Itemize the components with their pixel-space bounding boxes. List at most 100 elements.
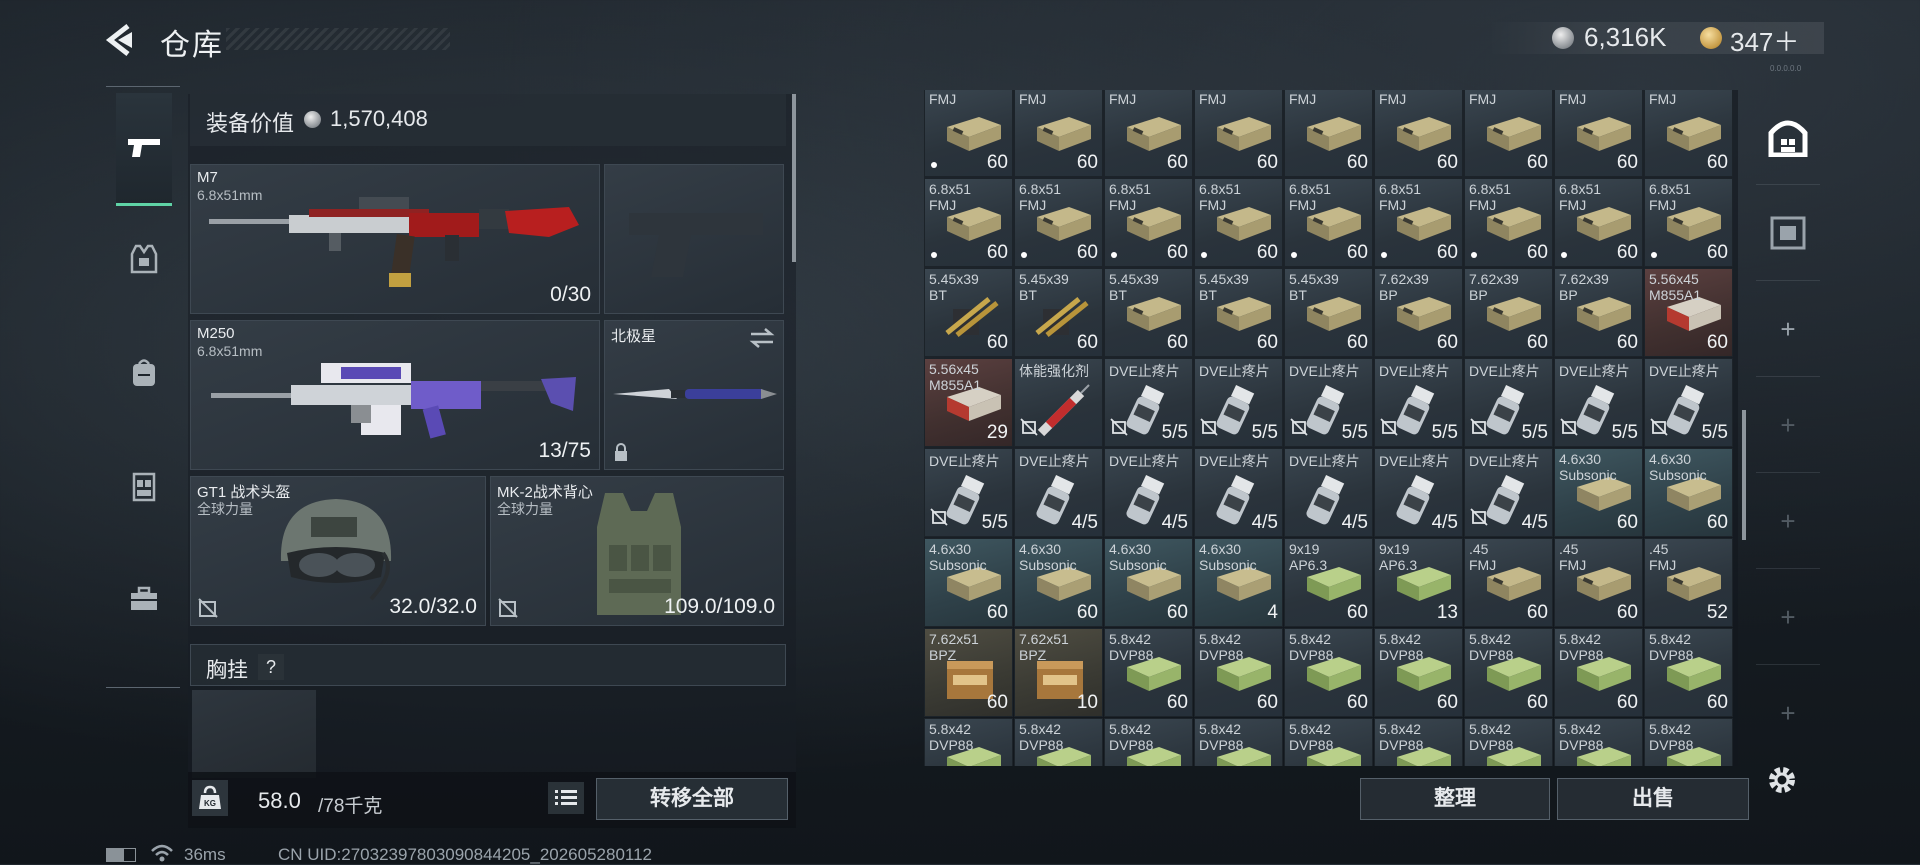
- gold-amount[interactable]: 347＋: [1730, 22, 1799, 59]
- sort-button[interactable]: 整理: [1360, 778, 1550, 820]
- tab-backpack[interactable]: [116, 323, 172, 423]
- inventory-item[interactable]: 4.6x30 Subsonic 60: [1644, 448, 1733, 537]
- tab-add-4[interactable]: +: [1756, 570, 1820, 665]
- inventory-item[interactable]: 5.8x42 DVP88 60: [1194, 628, 1283, 717]
- inventory-scrollbar[interactable]: [1742, 410, 1746, 540]
- inventory-item[interactable]: 5.56x45 M855A1 29: [924, 358, 1013, 447]
- inventory-item[interactable]: 5.8x42 DVP88: [924, 718, 1013, 766]
- tab-main-stash[interactable]: [1756, 90, 1820, 185]
- inventory-item[interactable]: 5.45x39 BT 60: [1014, 268, 1103, 357]
- inventory-item[interactable]: FMJ 60: [1194, 90, 1283, 177]
- inventory-item[interactable]: .45 FMJ 60: [1464, 538, 1553, 627]
- inventory-item[interactable]: 6.8x51 FMJ 60: [1104, 178, 1193, 267]
- inventory-item[interactable]: 6.8x51 FMJ 60: [924, 178, 1013, 267]
- helmet-slot[interactable]: GT1 战术头盔 全球力量 32.0/32.0: [190, 476, 486, 626]
- tab-weapons[interactable]: [116, 93, 172, 206]
- inventory-item[interactable]: 5.45x39 BT 60: [1194, 268, 1283, 357]
- inventory-item[interactable]: 5.8x42 DVP88: [1554, 718, 1643, 766]
- inventory-item[interactable]: DVE止疼片 4/5: [1194, 448, 1283, 537]
- inventory-item[interactable]: 6.8x51 FMJ 60: [1014, 178, 1103, 267]
- tab-collection[interactable]: [1756, 186, 1820, 281]
- inventory-item[interactable]: 5.8x42 DVP88 60: [1644, 628, 1733, 717]
- tab-add-3[interactable]: +: [1756, 474, 1820, 569]
- melee-slot[interactable]: 北极星: [604, 320, 784, 470]
- inventory-item[interactable]: 5.8x42 DVP88: [1284, 718, 1373, 766]
- inventory-item[interactable]: 5.8x42 DVP88 60: [1284, 628, 1373, 717]
- inventory-item[interactable]: 5.8x42 DVP88 60: [1104, 628, 1193, 717]
- inventory-item[interactable]: 5.8x42 DVP88 60: [1554, 628, 1643, 717]
- swap-icon[interactable]: [749, 327, 775, 349]
- inventory-item[interactable]: 4.6x30 Subsonic 60: [924, 538, 1013, 627]
- inventory-item[interactable]: 5.8x42 DVP88 60: [1374, 628, 1463, 717]
- inventory-item[interactable]: FMJ 60: [924, 90, 1013, 177]
- inventory-item[interactable]: 5.8x42 DVP88: [1374, 718, 1463, 766]
- tab-add-1[interactable]: +: [1756, 282, 1820, 377]
- inventory-item[interactable]: 5.8x42 DVP88: [1644, 718, 1733, 766]
- inventory-item[interactable]: 4.6x30 Subsonic 4: [1194, 538, 1283, 627]
- inventory-item[interactable]: DVE止疼片 5/5: [1464, 358, 1553, 447]
- inventory-item[interactable]: 5.45x39 BT 60: [924, 268, 1013, 357]
- inventory-item[interactable]: 5.8x42 DVP88: [1014, 718, 1103, 766]
- inventory-item[interactable]: FMJ 60: [1554, 90, 1643, 177]
- inventory-item[interactable]: FMJ 60: [1104, 90, 1193, 177]
- sell-button[interactable]: 出售: [1557, 778, 1749, 820]
- inventory-item[interactable]: 5.45x39 BT 60: [1284, 268, 1373, 357]
- inventory-item[interactable]: DVE止疼片 5/5: [1194, 358, 1283, 447]
- inventory-item[interactable]: DVE止疼片 5/5: [1374, 358, 1463, 447]
- tab-vest[interactable]: [116, 437, 172, 537]
- inventory-item[interactable]: 6.8x51 FMJ 60: [1374, 178, 1463, 267]
- inventory-item[interactable]: DVE止疼片 4/5: [1284, 448, 1373, 537]
- inventory-item[interactable]: FMJ 60: [1644, 90, 1733, 177]
- inventory-item[interactable]: FMJ 60: [1014, 90, 1103, 177]
- inventory-item[interactable]: FMJ 60: [1374, 90, 1463, 177]
- back-button[interactable]: [104, 22, 140, 58]
- inventory-item[interactable]: 5.8x42 DVP88: [1464, 718, 1553, 766]
- settings-button[interactable]: [1762, 760, 1802, 800]
- transfer-all-button[interactable]: 转移全部: [596, 778, 788, 820]
- tab-toolbox[interactable]: [116, 549, 172, 649]
- inventory-item[interactable]: 5.8x42 DVP88: [1104, 718, 1193, 766]
- inventory-item[interactable]: .45 FMJ 52: [1644, 538, 1733, 627]
- tab-armor[interactable]: [116, 209, 172, 309]
- inventory-item[interactable]: 7.62x51 BPZ 10: [1014, 628, 1103, 717]
- inventory-item[interactable]: 7.62x51 BPZ 60: [924, 628, 1013, 717]
- inventory-item[interactable]: 5.56x45 M855A1 60: [1644, 268, 1733, 357]
- inventory-item[interactable]: 5.8x42 DVP88 60: [1464, 628, 1553, 717]
- inventory-item[interactable]: DVE止疼片 5/5: [924, 448, 1013, 537]
- inventory-item[interactable]: 体能强化剂: [1014, 358, 1103, 447]
- inventory-item[interactable]: DVE止疼片 4/5: [1464, 448, 1553, 537]
- inventory-item[interactable]: 4.6x30 Subsonic 60: [1104, 538, 1193, 627]
- inventory-item[interactable]: 6.8x51 FMJ 60: [1644, 178, 1733, 267]
- list-view-button[interactable]: [548, 782, 584, 814]
- inventory-item[interactable]: 5.8x42 DVP88: [1194, 718, 1283, 766]
- inventory-item[interactable]: 4.6x30 Subsonic 60: [1554, 448, 1643, 537]
- inventory-item[interactable]: 6.8x51 FMJ 60: [1284, 178, 1373, 267]
- inventory-item[interactable]: DVE止疼片 5/5: [1644, 358, 1733, 447]
- inventory-item[interactable]: DVE止疼片 5/5: [1554, 358, 1643, 447]
- inventory-item[interactable]: 7.62x39 BP 60: [1374, 268, 1463, 357]
- inventory-item[interactable]: .45 FMJ 60: [1554, 538, 1643, 627]
- inventory-item[interactable]: FMJ 60: [1284, 90, 1373, 177]
- inventory-item[interactable]: 6.8x51 FMJ 60: [1554, 178, 1643, 267]
- tab-add-5[interactable]: +: [1756, 666, 1820, 760]
- chest-rig-slot[interactable]: [192, 690, 316, 778]
- inventory-item[interactable]: 9x19 AP6.3 60: [1284, 538, 1373, 627]
- inventory-item[interactable]: 9x19 AP6.3 13: [1374, 538, 1463, 627]
- inventory-item[interactable]: 6.8x51 FMJ 60: [1464, 178, 1553, 267]
- secondary-weapon-slot[interactable]: M250 6.8x51mm 13/75: [190, 320, 600, 470]
- sidearm-slot[interactable]: [604, 164, 784, 314]
- primary-weapon-slot[interactable]: M7 6.8x51mm 0/30: [190, 164, 600, 314]
- inventory-item[interactable]: DVE止疼片 5/5: [1284, 358, 1373, 447]
- inventory-item[interactable]: DVE止疼片 4/5: [1374, 448, 1463, 537]
- inventory-item[interactable]: DVE止疼片 4/5: [1014, 448, 1103, 537]
- inventory-item[interactable]: 7.62x39 BP 60: [1554, 268, 1643, 357]
- inventory-item[interactable]: 5.45x39 BT 60: [1104, 268, 1193, 357]
- body-armor-slot[interactable]: MK-2战术背心 全球力量 109.0/109.0: [490, 476, 784, 626]
- inventory-item[interactable]: DVE止疼片 5/5: [1104, 358, 1193, 447]
- inventory-item[interactable]: FMJ 60: [1464, 90, 1553, 177]
- inventory-item[interactable]: 6.8x51 FMJ 60: [1194, 178, 1283, 267]
- help-button[interactable]: ?: [258, 654, 284, 680]
- inventory-item[interactable]: 4.6x30 Subsonic 60: [1014, 538, 1103, 627]
- tab-add-2[interactable]: +: [1756, 378, 1820, 473]
- inventory-item[interactable]: DVE止疼片 4/5: [1104, 448, 1193, 537]
